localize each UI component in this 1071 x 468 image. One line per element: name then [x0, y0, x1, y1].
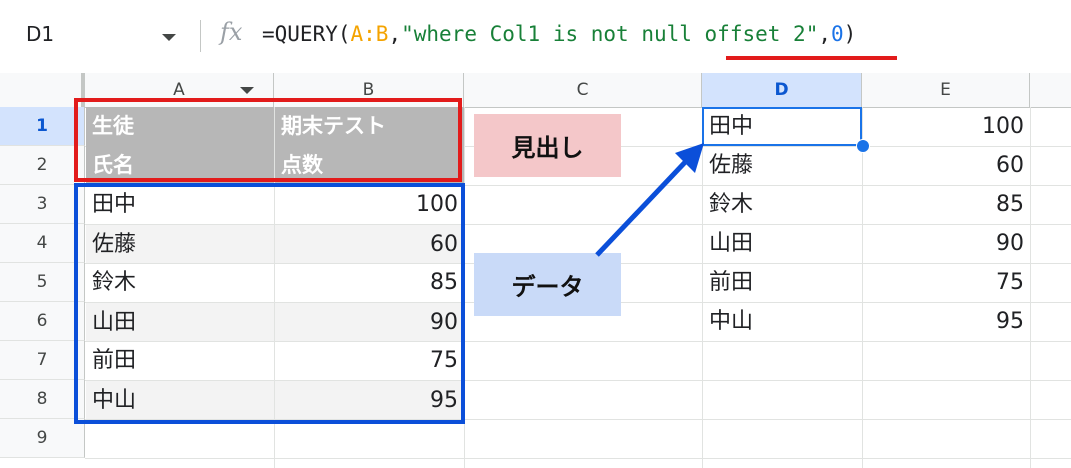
data-to-result-arrow — [595, 143, 704, 257]
